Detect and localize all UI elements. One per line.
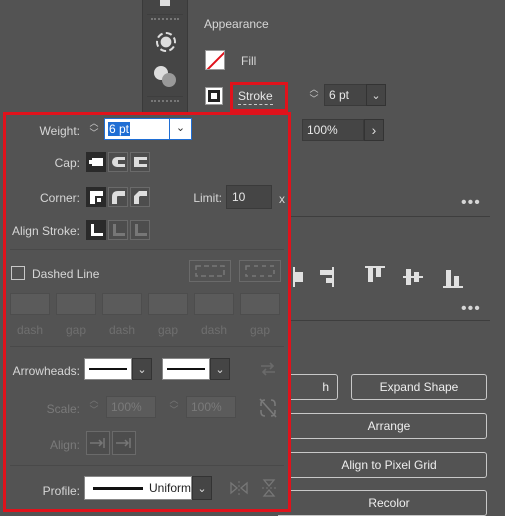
- profile-label: Profile:: [42, 484, 80, 498]
- start-arrowhead-dropdown[interactable]: ⌄: [132, 358, 152, 380]
- tools-strip: [142, 0, 188, 120]
- flip-vertical-icon[interactable]: [260, 479, 278, 500]
- expand-shape-button[interactable]: Expand Shape: [351, 374, 487, 400]
- profile-value: Uniform: [148, 481, 191, 495]
- end-arrowhead-dropdown[interactable]: ⌄: [210, 358, 230, 380]
- align-pixel-grid-button[interactable]: Align to Pixel Grid: [278, 452, 487, 478]
- scale-end-stepper[interactable]: ︿ ﹀: [166, 395, 182, 419]
- flip-horizontal-icon[interactable]: [230, 479, 248, 500]
- stroke-weight-stepper[interactable]: ︿ ﹀: [304, 84, 324, 106]
- arrange-button[interactable]: Arrange: [278, 413, 487, 439]
- weight-dropdown[interactable]: ⌄: [170, 118, 192, 140]
- align-stroke-buttons: [86, 220, 150, 240]
- scale-end-input[interactable]: 100%: [186, 396, 236, 418]
- stroke-weight-dropdown[interactable]: ⌄: [366, 84, 386, 106]
- corner-buttons: [86, 187, 150, 207]
- weight-value-selection: 6 pt: [108, 122, 131, 136]
- align-more-icon[interactable]: •••: [461, 300, 481, 318]
- gap-label-2: gap: [157, 323, 179, 337]
- weight-label: Weight:: [39, 124, 80, 138]
- corner-label: Corner:: [39, 191, 80, 205]
- dash-align-corners-icon[interactable]: [239, 260, 281, 282]
- weight-stepper[interactable]: ︿ ﹀: [84, 118, 104, 140]
- dash-align-exact-icon[interactable]: [189, 260, 231, 282]
- limit-unit: x: [279, 192, 285, 206]
- dash-field-1[interactable]: [10, 293, 50, 315]
- align-center-icon[interactable]: [86, 220, 106, 240]
- miter-join-icon[interactable]: [86, 187, 106, 207]
- cap-label: Cap:: [54, 156, 80, 170]
- dash-label-1: dash: [16, 323, 44, 337]
- stroke-panel: Weight: ︿ ﹀ 6 pt ⌄ Cap: Corner: Limit: 1…: [3, 112, 291, 512]
- gap-field-3[interactable]: [240, 293, 280, 315]
- start-arrowhead-select[interactable]: [84, 358, 132, 380]
- dash-label-2: dash: [108, 323, 136, 337]
- gap-field-1[interactable]: [56, 293, 96, 315]
- stroke-link[interactable]: Stroke: [238, 89, 273, 105]
- tool-icon-top[interactable]: [160, 0, 170, 6]
- scale-start-input[interactable]: 100%: [106, 396, 156, 418]
- stroke-weight-input[interactable]: 6 pt: [324, 84, 366, 106]
- projecting-cap-icon[interactable]: [130, 152, 150, 172]
- none-fill-icon: [206, 51, 224, 69]
- fill-label[interactable]: Fill: [241, 54, 256, 68]
- align-icons-row: [292, 264, 472, 290]
- align-arrow-buttons: [86, 431, 136, 455]
- profile-dropdown[interactable]: ⌄: [192, 476, 212, 500]
- align-arrow-label: Align:: [49, 438, 80, 452]
- gap-label-1: gap: [65, 323, 87, 337]
- dashed-line-label[interactable]: Dashed Line: [32, 267, 99, 281]
- scale-start-stepper[interactable]: ︿ ﹀: [86, 395, 102, 419]
- arrow-place-icon[interactable]: [112, 431, 136, 455]
- end-arrowhead-select[interactable]: [162, 358, 210, 380]
- bevel-join-icon[interactable]: [130, 187, 150, 207]
- dash-gap-labels: dash gap dash gap dash gap: [10, 323, 280, 337]
- round-cap-icon[interactable]: [108, 152, 128, 172]
- stroke-swatch[interactable]: [205, 87, 223, 105]
- profile-select[interactable]: Uniform: [84, 476, 192, 500]
- recolor-button[interactable]: Recolor: [278, 490, 487, 516]
- align-stroke-label: Align Stroke:: [11, 224, 80, 238]
- shape-builder-icon[interactable]: [154, 66, 178, 88]
- appearance-more-icon[interactable]: •••: [461, 194, 481, 212]
- gripper-icon: [151, 18, 179, 26]
- swap-arrowheads-icon[interactable]: [258, 359, 278, 382]
- limit-input[interactable]: 10: [226, 185, 272, 209]
- scale-label: Scale:: [46, 402, 80, 416]
- gap-field-2[interactable]: [148, 293, 188, 315]
- dash-field-2[interactable]: [102, 293, 142, 315]
- opacity-expand[interactable]: ›: [364, 119, 384, 141]
- align-inside-icon[interactable]: [108, 220, 128, 240]
- arrowheads-label: Arrowheads:: [12, 364, 80, 378]
- opacity-input[interactable]: 100%: [302, 119, 364, 141]
- weight-input[interactable]: 6 pt: [104, 118, 170, 140]
- arrow-extend-icon[interactable]: [86, 431, 110, 455]
- limit-label: Limit:: [193, 191, 222, 205]
- gap-label-3: gap: [249, 323, 271, 337]
- fill-swatch[interactable]: [205, 50, 225, 70]
- dashed-line-checkbox[interactable]: [11, 266, 25, 280]
- round-join-icon[interactable]: [108, 187, 128, 207]
- dash-gap-fields: [10, 293, 280, 315]
- appearance-title: Appearance: [204, 17, 269, 31]
- align-outside-icon[interactable]: [130, 220, 150, 240]
- dash-label-3: dash: [200, 323, 228, 337]
- circle-dotted-icon[interactable]: [156, 32, 176, 52]
- link-scale-icon[interactable]: [258, 397, 278, 422]
- dash-field-3[interactable]: [194, 293, 234, 315]
- butt-cap-icon[interactable]: [86, 152, 106, 172]
- cap-buttons: [86, 152, 150, 172]
